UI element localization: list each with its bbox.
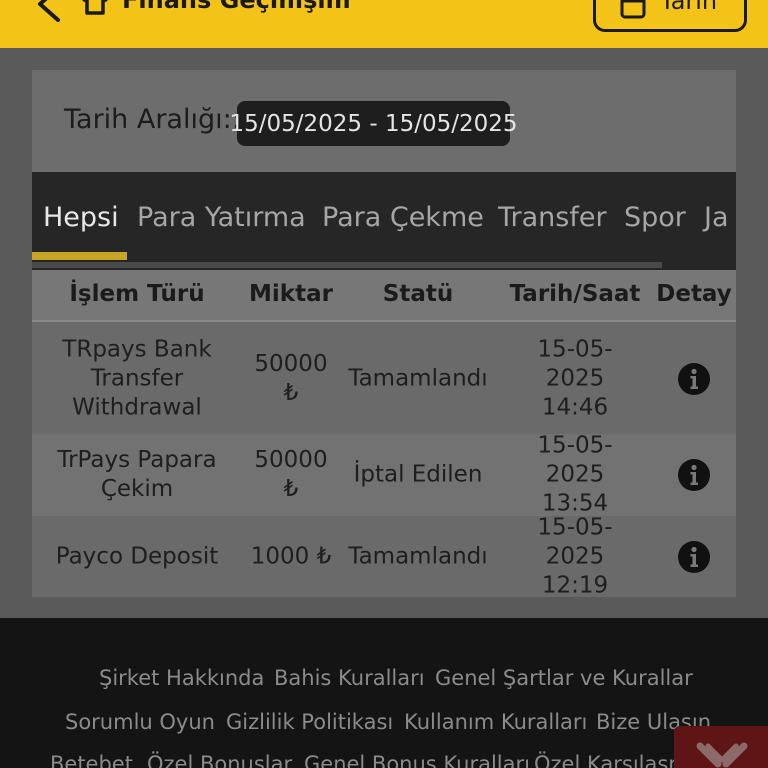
date-button-label: Tarih bbox=[660, 0, 718, 15]
cell-status: İptal Edilen bbox=[353, 461, 483, 488]
site-footer: Şirket Hakkında Bahis Kuralları Genel Şa… bbox=[0, 618, 768, 768]
tab-transfer[interactable]: Transfer bbox=[498, 202, 607, 233]
info-icon[interactable] bbox=[677, 458, 711, 492]
finance-history-card: Tarih Aralığı:: 15/05/2025 - 15/05/2025 … bbox=[32, 70, 736, 598]
column-header-amount: Miktar bbox=[249, 281, 333, 307]
table-row: TrPays Papara Çekim 50000 ₺ İptal Edilen… bbox=[32, 432, 736, 517]
app-header: Finans Geçmişim Tarih bbox=[0, 0, 768, 48]
transaction-tabs: Hepsi Para Yatırma Para Çekme Transfer S… bbox=[32, 172, 736, 270]
table-row: Payco Deposit 1000 ₺ Tamamlandı 15-05-20… bbox=[32, 514, 736, 598]
cell-amount: 50000 ₺ bbox=[254, 350, 328, 406]
active-tab-indicator bbox=[32, 252, 127, 260]
page-title: Finans Geçmişim bbox=[122, 0, 351, 14]
date-range-pill[interactable]: 15/05/2025 - 15/05/2025 bbox=[229, 101, 518, 146]
cell-type: Payco Deposit bbox=[55, 543, 219, 569]
footer-link-privacy[interactable]: Gizlilik Politikası bbox=[226, 710, 393, 734]
tab-sport[interactable]: Spor bbox=[624, 202, 686, 233]
live-chat-button[interactable] bbox=[674, 726, 768, 768]
table-header: İşlem Türü Miktar Statü Tarih/Saat Detay bbox=[32, 270, 736, 322]
cell-datetime: 15-05-2025 14:46 bbox=[537, 336, 613, 420]
chat-icon bbox=[696, 742, 748, 768]
footer-link-brand[interactable]: Betebet bbox=[50, 752, 133, 768]
footer-link-about[interactable]: Şirket Hakkında bbox=[99, 666, 264, 690]
tab-scrollbar[interactable] bbox=[32, 262, 662, 268]
tab-deposit[interactable]: Para Yatırma bbox=[137, 202, 306, 233]
home-icon[interactable] bbox=[80, 0, 110, 16]
date-filter-button[interactable]: Tarih bbox=[593, 0, 747, 32]
footer-link-terms[interactable]: Genel Şartlar ve Kurallar bbox=[435, 666, 693, 690]
cell-datetime: 15-05-2025 12:19 bbox=[537, 514, 613, 598]
column-header-detail: Detay bbox=[656, 281, 732, 307]
info-icon[interactable] bbox=[677, 540, 711, 574]
cell-status: Tamamlandı bbox=[348, 365, 488, 391]
footer-link-responsible-gaming[interactable]: Sorumlu Oyun bbox=[65, 710, 215, 734]
cell-datetime: 15-05-2025 13:54 bbox=[537, 432, 613, 517]
tab-more[interactable]: Ja bbox=[704, 202, 729, 233]
calendar-icon bbox=[620, 0, 646, 19]
main-content: Tarih Aralığı:: 15/05/2025 - 15/05/2025 … bbox=[0, 48, 768, 618]
cell-amount: 50000 ₺ bbox=[254, 447, 328, 502]
info-icon[interactable] bbox=[677, 362, 711, 396]
tab-all[interactable]: Hepsi bbox=[43, 202, 119, 233]
tab-withdraw[interactable]: Para Çekme bbox=[322, 202, 484, 233]
footer-link-bonus-rules[interactable]: Genel Bonus Kuralları bbox=[304, 752, 530, 768]
footer-link-betting-rules[interactable]: Bahis Kuralları bbox=[274, 666, 425, 690]
cell-status: Tamamlandı bbox=[348, 543, 488, 569]
footer-link-special-bonuses[interactable]: Özel Bonuslar bbox=[147, 752, 292, 768]
cell-amount: 1000 ₺ bbox=[250, 543, 332, 569]
back-arrow-icon[interactable] bbox=[28, 0, 68, 22]
cell-type: TRpays Bank Transfer Withdrawal bbox=[62, 336, 212, 420]
date-range-label: Tarih Aralığı:: bbox=[64, 104, 241, 135]
column-header-status: Statü bbox=[382, 281, 454, 307]
footer-link-special-matches[interactable]: Özel Karşılaşm bbox=[534, 752, 689, 768]
cell-type: TrPays Papara Çekim bbox=[57, 447, 217, 502]
table-row: TRpays Bank Transfer Withdrawal 50000 ₺ … bbox=[32, 323, 736, 434]
column-header-type: İşlem Türü bbox=[69, 281, 205, 307]
column-header-datetime: Tarih/Saat bbox=[509, 281, 641, 307]
footer-link-usage-rules[interactable]: Kullanım Kuralları bbox=[404, 710, 587, 734]
